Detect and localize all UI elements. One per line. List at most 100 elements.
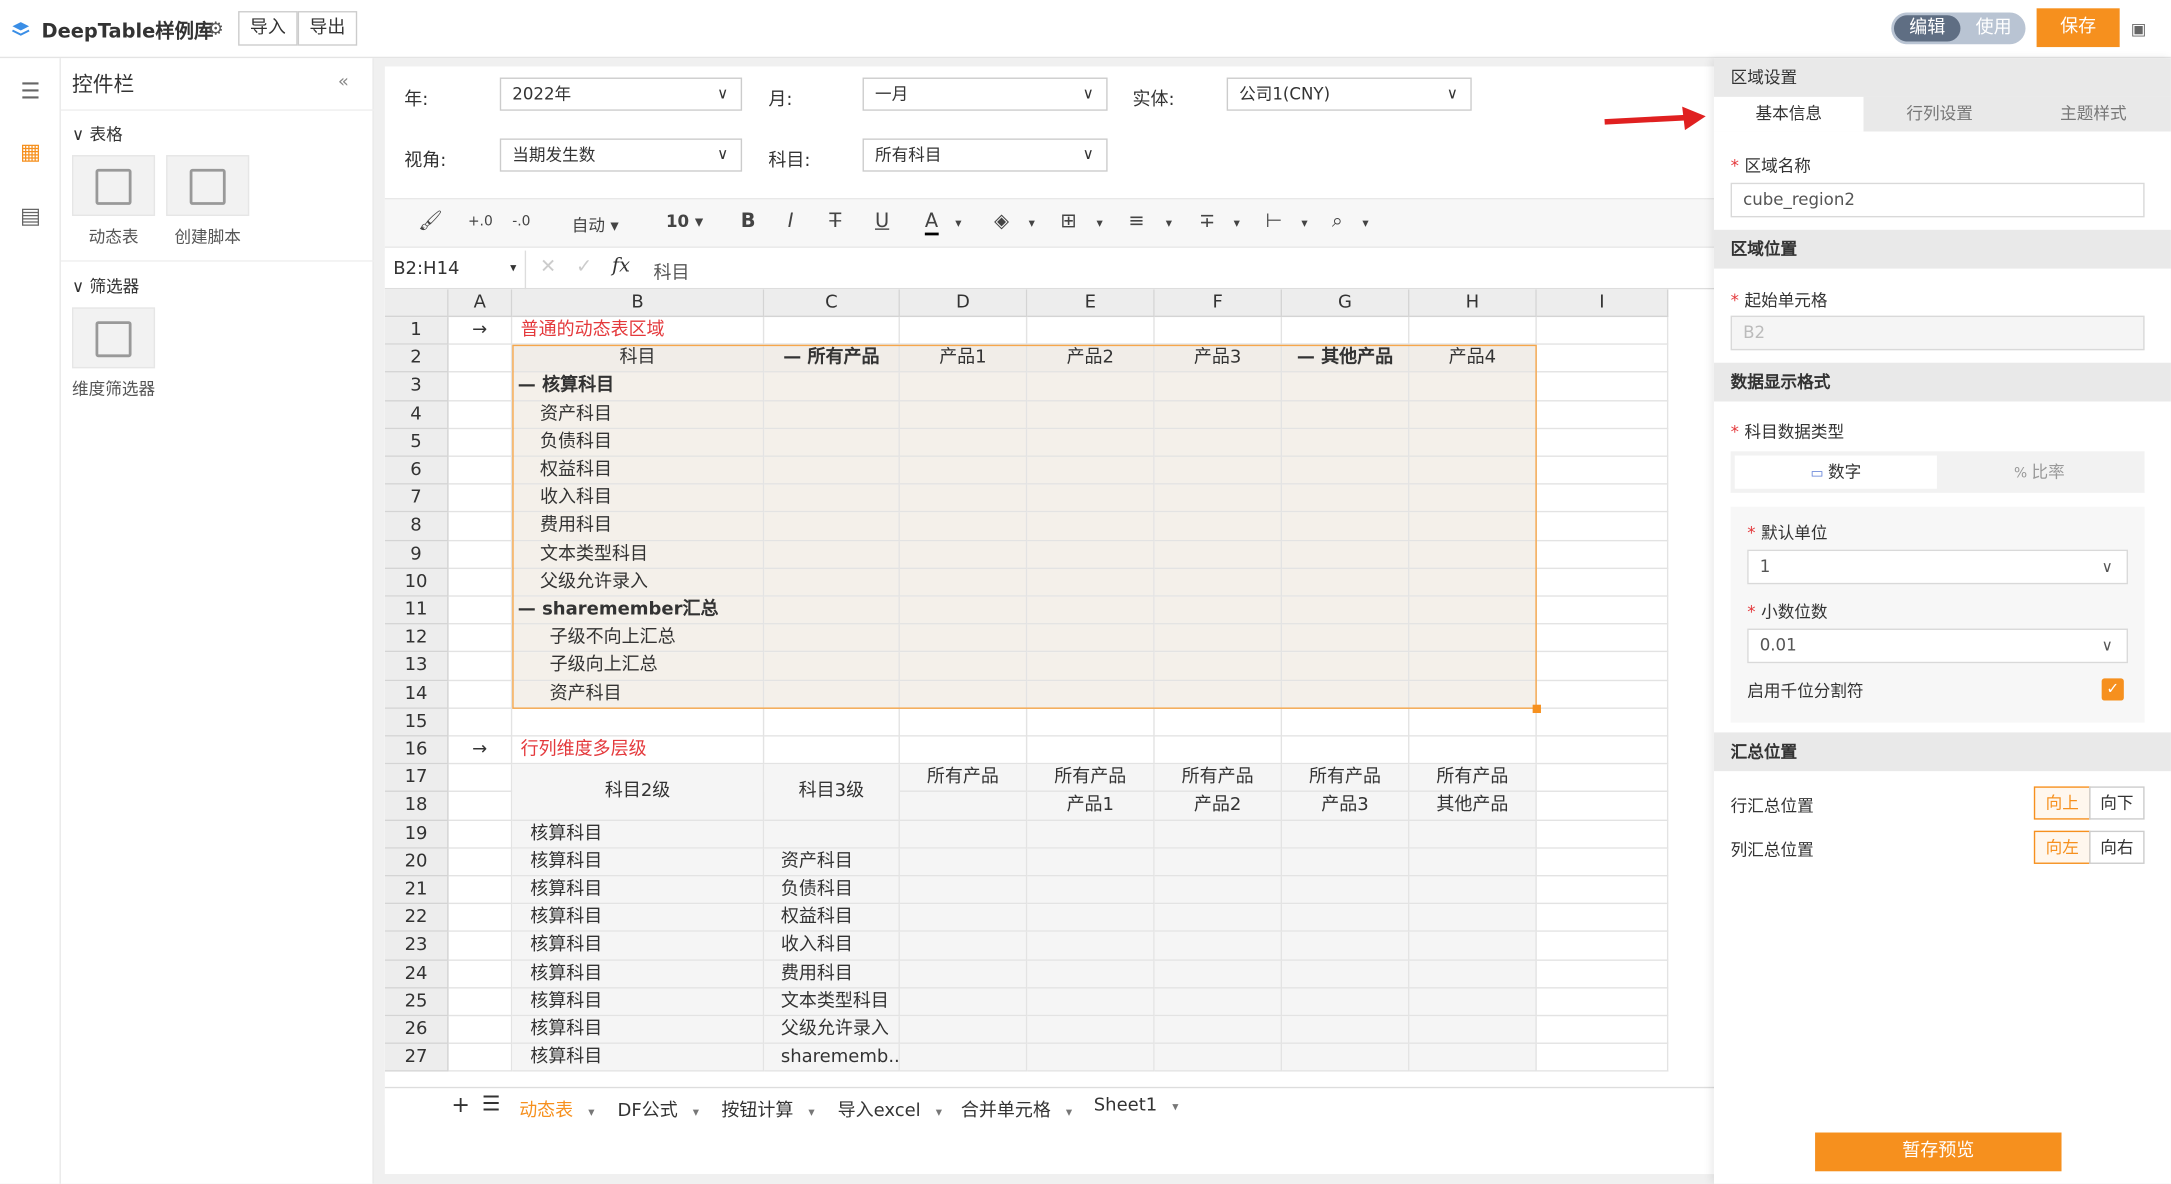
cell[interactable] <box>1027 932 1155 961</box>
cell[interactable] <box>1282 596 1410 625</box>
column-header[interactable]: A <box>448 289 513 318</box>
cell[interactable] <box>448 988 513 1017</box>
column-header[interactable]: I <box>1536 289 1669 318</box>
cell[interactable] <box>1027 876 1155 905</box>
fill-color-icon[interactable]: ◈ <box>994 210 1009 232</box>
cell[interactable]: 核算科目 <box>512 904 765 933</box>
region-name-input[interactable]: cube_region2 <box>1730 182 2145 218</box>
cell[interactable] <box>764 540 900 569</box>
cell[interactable] <box>1536 876 1669 905</box>
cell[interactable] <box>899 1044 1028 1072</box>
cell[interactable] <box>1536 428 1669 457</box>
format-painter-icon[interactable]: 🖌 <box>418 210 443 232</box>
cell[interactable] <box>899 512 1028 541</box>
cell[interactable]: 费用科目 <box>764 960 900 989</box>
entity-select[interactable]: 公司1(CNY) ∨ <box>1226 77 1472 111</box>
cell[interactable]: 收入科目 <box>512 484 765 513</box>
cell[interactable] <box>1282 428 1410 457</box>
cell[interactable] <box>1409 596 1537 625</box>
sheet-tab[interactable]: 按钮计算 ▾ <box>721 1095 814 1122</box>
column-header[interactable]: G <box>1282 289 1410 318</box>
cell[interactable]: 核算科目 <box>512 1016 765 1045</box>
cell[interactable] <box>1536 568 1669 597</box>
cell[interactable] <box>1154 960 1283 989</box>
add-sheet-icon[interactable]: + <box>451 1091 470 1117</box>
row-header[interactable]: 26 <box>384 1016 449 1045</box>
cell[interactable] <box>1409 372 1537 401</box>
cell[interactable] <box>1282 1044 1410 1072</box>
mode-toggle[interactable]: 编辑 使用 <box>1891 12 2026 45</box>
cell[interactable] <box>1536 708 1669 737</box>
cell[interactable] <box>1409 428 1537 457</box>
cell[interactable] <box>764 652 900 681</box>
decrease-decimal-icon[interactable]: -.0 <box>512 215 530 230</box>
chevron-down-icon[interactable]: ▾ <box>1062 1106 1072 1120</box>
cell[interactable] <box>1282 568 1410 597</box>
number-format-select[interactable]: 自动 ▾ <box>572 213 619 237</box>
year-select[interactable]: 2022年 ∨ <box>499 77 743 111</box>
cell[interactable]: 资产科目 <box>764 848 900 877</box>
cell[interactable] <box>764 512 900 541</box>
row-header[interactable]: 1 <box>384 317 449 346</box>
cell[interactable] <box>1409 456 1537 485</box>
sheet-tab[interactable]: Sheet1 ▾ <box>1094 1095 1179 1116</box>
cell[interactable] <box>1027 456 1155 485</box>
cell[interactable] <box>1154 400 1283 429</box>
select-all-corner[interactable] <box>384 289 449 318</box>
cell[interactable] <box>1409 960 1537 989</box>
cell[interactable] <box>1409 317 1537 346</box>
cell[interactable] <box>448 345 513 373</box>
italic-icon[interactable]: I <box>788 210 794 232</box>
sheet-tab[interactable]: 合并单元格 ▾ <box>961 1095 1072 1122</box>
cell[interactable] <box>1282 456 1410 485</box>
group-filter[interactable]: ∨ 筛选器 <box>72 274 139 298</box>
cell[interactable] <box>899 400 1028 429</box>
tile-dimension-filter[interactable] <box>71 307 156 369</box>
cell[interactable] <box>1027 400 1155 429</box>
type-ratio-option[interactable]: % 比率 <box>1938 456 2140 489</box>
cell[interactable]: 产品1 <box>1027 792 1155 821</box>
cell[interactable]: 所有产品 <box>1409 764 1537 793</box>
column-header[interactable]: D <box>899 289 1028 318</box>
cell[interactable] <box>899 652 1028 681</box>
cell[interactable]: 收入科目 <box>764 932 900 961</box>
cell[interactable] <box>899 428 1028 457</box>
sheet-tab[interactable]: 动态表 ▾ <box>519 1095 594 1122</box>
cell[interactable] <box>764 456 900 485</box>
cell[interactable] <box>448 792 513 821</box>
bold-icon[interactable]: B <box>741 210 756 232</box>
col-summary-left[interactable]: 向左 <box>2033 830 2091 864</box>
cell[interactable] <box>448 932 513 961</box>
row-header[interactable]: 19 <box>384 820 449 849</box>
cell[interactable]: — 其他产品 <box>1282 345 1410 373</box>
cell[interactable] <box>899 680 1028 709</box>
cell[interactable]: 子级不向上汇总 <box>512 624 765 653</box>
cell[interactable] <box>1536 540 1669 569</box>
tile-create-script[interactable] <box>166 155 250 216</box>
gear-icon[interactable]: ⚙ <box>208 19 224 40</box>
cell[interactable] <box>448 1044 513 1072</box>
save-preview-button[interactable]: 暂存预览 <box>1815 1132 2062 1172</box>
cell[interactable] <box>764 372 900 401</box>
font-size-select[interactable]: 10 ▾ <box>666 212 703 231</box>
cell[interactable]: 其他产品 <box>1409 792 1537 821</box>
cell[interactable] <box>448 512 513 541</box>
cell[interactable]: 核算科目 <box>512 876 765 905</box>
row-header[interactable]: 27 <box>384 1044 449 1072</box>
tile-dynamic-table[interactable] <box>71 155 156 216</box>
cell[interactable]: 科目 <box>512 345 765 373</box>
cell[interactable] <box>448 764 513 793</box>
chevron-down-icon[interactable]: ▾ <box>689 1106 699 1120</box>
cell[interactable] <box>448 680 513 709</box>
cell[interactable]: 核算科目 <box>512 820 765 849</box>
row-header[interactable]: 4 <box>384 400 449 429</box>
cell[interactable] <box>764 317 900 346</box>
cell[interactable] <box>1154 680 1283 709</box>
cell[interactable] <box>1282 1016 1410 1045</box>
cell[interactable] <box>1409 652 1537 681</box>
font-color-icon[interactable]: A <box>924 210 939 236</box>
row-header[interactable]: 6 <box>384 456 449 485</box>
cell[interactable] <box>1282 960 1410 989</box>
cell[interactable] <box>448 372 513 401</box>
cell[interactable] <box>1154 736 1283 765</box>
